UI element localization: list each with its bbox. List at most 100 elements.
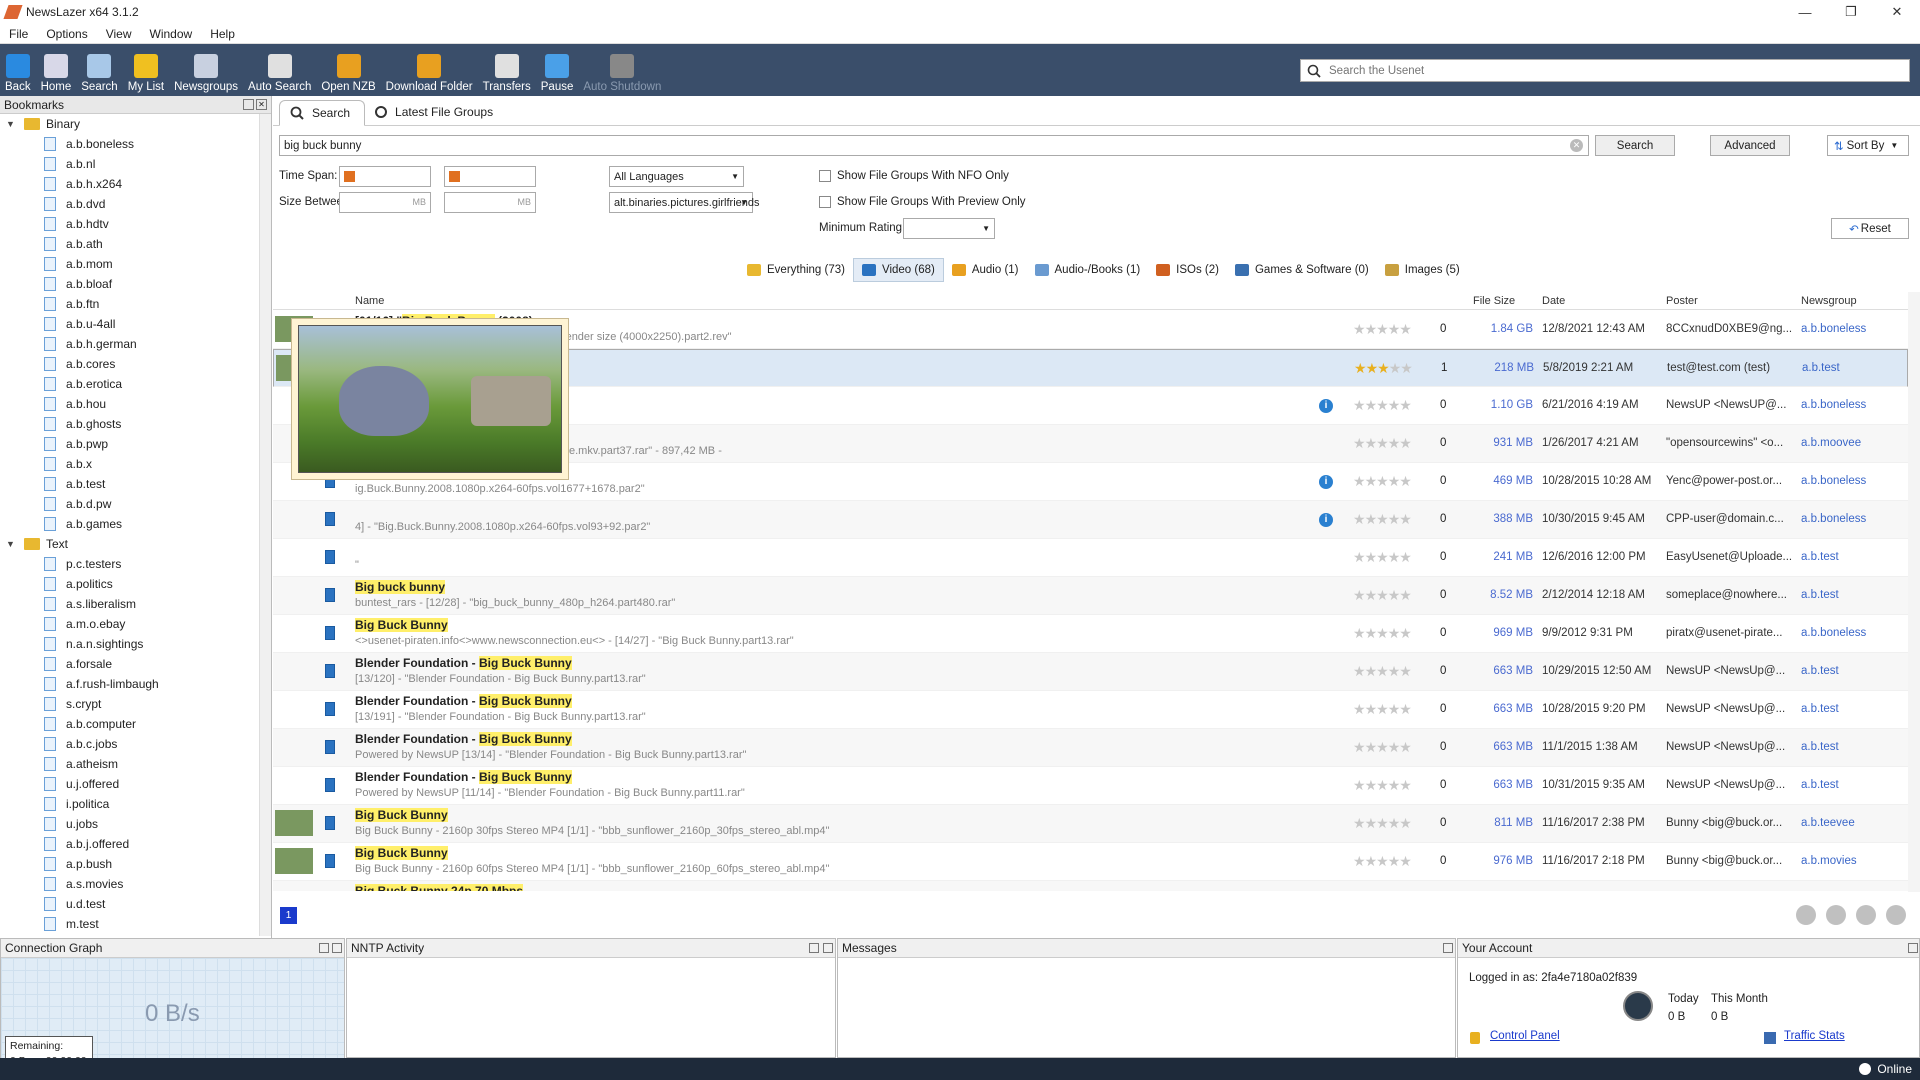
nfo-only-checkbox[interactable]: Show File Groups With NFO Only [819,170,1009,182]
toolbar-newsgroups-button[interactable]: Newsgroups [169,44,243,96]
menu-help[interactable]: Help [201,27,244,41]
result-title[interactable]: Blender Foundation - Big Buck Bunny [355,656,572,670]
usenet-search-box[interactable] [1300,59,1910,82]
pin-icon[interactable] [243,99,254,110]
star-icon[interactable]: ★ [1353,663,1366,679]
bookmark-item[interactable]: u.d.test [0,894,271,914]
result-title[interactable]: Big Buck Bunny 24p 70 Mbps [355,884,524,891]
minimize-button[interactable]: — [1782,0,1828,24]
language-select[interactable]: All Languages ▼ [609,166,744,187]
toolbar-transfers-button[interactable]: Transfers [478,44,536,96]
toolbar-search-button[interactable]: Search [76,44,122,96]
star-icon[interactable]: ★ [1365,625,1378,641]
rating-stars[interactable]: ★★★★★ [1353,473,1412,490]
bookmark-item[interactable]: u.jobs [0,814,271,834]
star-icon[interactable]: ★ [1353,777,1366,793]
usenet-search-input[interactable] [1329,64,1889,77]
star-icon[interactable]: ★ [1376,549,1389,565]
bookmark-item[interactable]: a.b.test [0,474,271,494]
star-icon[interactable]: ★ [1365,397,1378,413]
star-icon[interactable]: ★ [1376,663,1389,679]
star-icon[interactable]: ★ [1389,360,1402,376]
newsgroup-link[interactable]: a.b.moovee [1801,437,1861,449]
page-1-button[interactable]: 1 [280,907,297,924]
star-icon[interactable]: ★ [1353,511,1366,527]
category-audio[interactable]: Audio (1) [944,258,1027,282]
pin-icon[interactable] [809,943,819,953]
star-icon[interactable]: ★ [1376,587,1389,603]
result-title[interactable]: Big Buck Bunny [355,846,448,860]
result-title[interactable]: Big Buck Bunny [355,618,448,632]
advanced-button[interactable]: Advanced [1710,135,1790,156]
star-icon[interactable]: ★ [1376,321,1389,337]
category-audio-books[interactable]: Audio-/Books (1) [1027,258,1149,282]
results-scrollbar[interactable] [1908,292,1920,892]
star-icon[interactable]: ★ [1388,663,1401,679]
newsgroup-link[interactable]: a.b.test [1801,741,1839,753]
bookmark-item[interactable]: m.test [0,914,271,934]
tab-latest-file-groups[interactable]: Latest File Groups [365,99,507,125]
sort-by-button[interactable]: ⇅ Sort By ▼ [1827,135,1909,156]
pin-icon[interactable] [1908,943,1918,953]
rating-stars[interactable]: ★★★★★ [1353,701,1412,718]
bookmark-item[interactable]: a.b.dvd [0,194,271,214]
thumbnail[interactable] [275,848,313,874]
rating-stars[interactable]: ★★★★★ [1353,663,1412,680]
time-span-to[interactable] [444,166,536,187]
star-icon[interactable]: ★ [1376,815,1389,831]
table-row[interactable]: " ★★★★★ 0 241 MB 12/6/2016 12:00 PM EasyUsene… [273,539,1908,577]
newsgroup-link[interactable]: a.b.test [1801,703,1839,715]
checkbox-box[interactable] [819,196,831,208]
bookmark-item[interactable]: a.b.ath [0,234,271,254]
newsgroup-link[interactable]: a.b.teevee [1801,817,1855,829]
star-icon[interactable]: ★ [1376,473,1389,489]
bookmark-item[interactable]: a.b.x [0,454,271,474]
star-icon[interactable]: ★ [1376,397,1389,413]
bookmark-item[interactable]: a.b.hdtv [0,214,271,234]
star-icon[interactable]: ★ [1399,321,1412,337]
star-icon[interactable]: ★ [1388,625,1401,641]
rating-stars[interactable]: ★★★★★ [1353,321,1412,338]
star-icon[interactable]: ★ [1353,815,1366,831]
bookmark-item[interactable]: a.b.bloaf [0,274,271,294]
bookmark-item[interactable]: a.b.d.pw [0,494,271,514]
star-icon[interactable]: ★ [1388,777,1401,793]
star-icon[interactable]: ★ [1353,321,1366,337]
bookmarks-scrollbar[interactable] [259,114,271,936]
category-games-software[interactable]: Games & Software (0) [1227,258,1377,282]
table-row[interactable]: Big Buck Bunny <>usenet-piraten.info<>www… [273,615,1908,653]
star-icon[interactable]: ★ [1353,587,1366,603]
rating-stars[interactable]: ★★★★★ [1353,397,1412,414]
star-icon[interactable]: ★ [1376,511,1389,527]
rating-stars[interactable]: ★★★★★ [1353,511,1412,528]
col-poster[interactable]: Poster [1666,295,1698,307]
star-icon[interactable]: ★ [1376,777,1389,793]
star-icon[interactable]: ★ [1388,473,1401,489]
star-icon[interactable]: ★ [1353,435,1366,451]
star-icon[interactable]: ★ [1399,701,1412,717]
bookmark-item[interactable]: a.b.c.jobs [0,734,271,754]
star-icon[interactable]: ★ [1353,473,1366,489]
pin-icon[interactable] [1443,943,1453,953]
bookmark-item[interactable]: p.c.testers [0,554,271,574]
star-icon[interactable]: ★ [1365,815,1378,831]
star-icon[interactable]: ★ [1388,701,1401,717]
menu-file[interactable]: File [0,27,37,41]
bookmark-item[interactable]: a.b.ftn [0,294,271,314]
bookmark-item[interactable]: a.b.h.x264 [0,174,271,194]
time-span-from[interactable] [339,166,431,187]
table-row[interactable]: 4] - "Big.Buck.Bunny.2008.1080p.x264-60f… [273,501,1908,539]
prev-icon[interactable] [1856,905,1876,925]
col-newsgroup[interactable]: Newsgroup [1801,295,1857,307]
panel-close-icon[interactable] [332,943,342,953]
rating-stars[interactable]: ★★★★★ [1353,549,1412,566]
rating-stars[interactable]: ★★★★★ [1353,739,1412,756]
star-icon[interactable]: ★ [1388,397,1401,413]
star-icon[interactable]: ★ [1353,625,1366,641]
info-icon[interactable]: i [1319,475,1333,489]
panel-close-icon[interactable]: ✕ [256,99,267,110]
thumbnail[interactable] [275,810,313,836]
newsgroup-link[interactable]: a.b.test [1801,665,1839,677]
star-icon[interactable]: ★ [1365,473,1378,489]
preview-only-checkbox[interactable]: Show File Groups With Preview Only [819,196,1026,208]
